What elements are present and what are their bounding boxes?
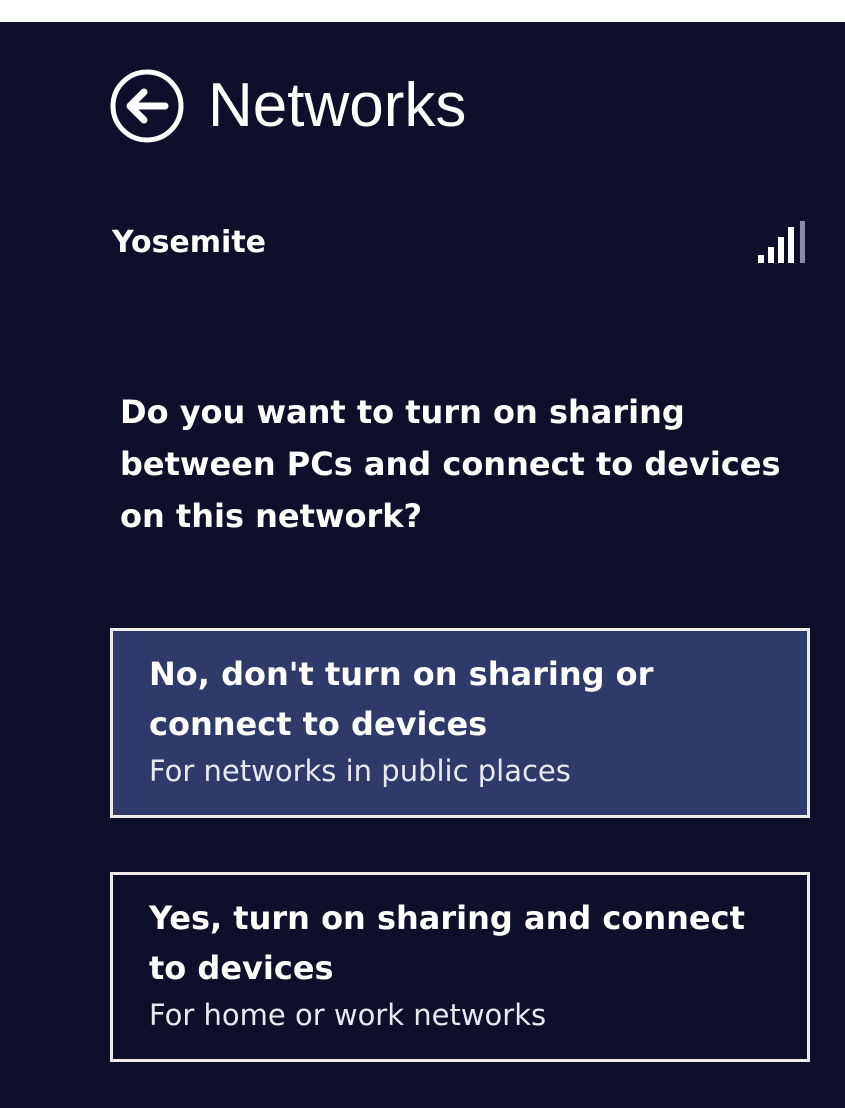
panel-header[interactable]: Networks	[108, 67, 467, 145]
option-yes-sharing-title: Yes, turn on sharing and connect to devi…	[149, 899, 745, 987]
option-yes-sharing[interactable]: Yes, turn on sharing and connect to devi…	[110, 872, 810, 1062]
top-strip	[0, 0, 845, 22]
option-yes-sharing-subtitle: For home or work networks	[149, 998, 547, 1032]
page-title: Networks	[208, 71, 467, 140]
wifi-signal-bars-icon	[758, 221, 805, 263]
back-arrow-circle-icon[interactable]	[108, 67, 186, 145]
option-no-sharing[interactable]: No, don't turn on sharing or connect to …	[110, 628, 810, 818]
option-no-sharing-subtitle: For networks in public places	[149, 754, 571, 788]
option-no-sharing-title: No, don't turn on sharing or connect to …	[149, 655, 654, 743]
network-row[interactable]: Yosemite	[112, 218, 812, 266]
networks-panel: Networks Yosemite Do you want to turn on…	[0, 22, 845, 1108]
network-name: Yosemite	[112, 224, 267, 260]
sharing-question: Do you want to turn on sharing between P…	[120, 393, 781, 535]
